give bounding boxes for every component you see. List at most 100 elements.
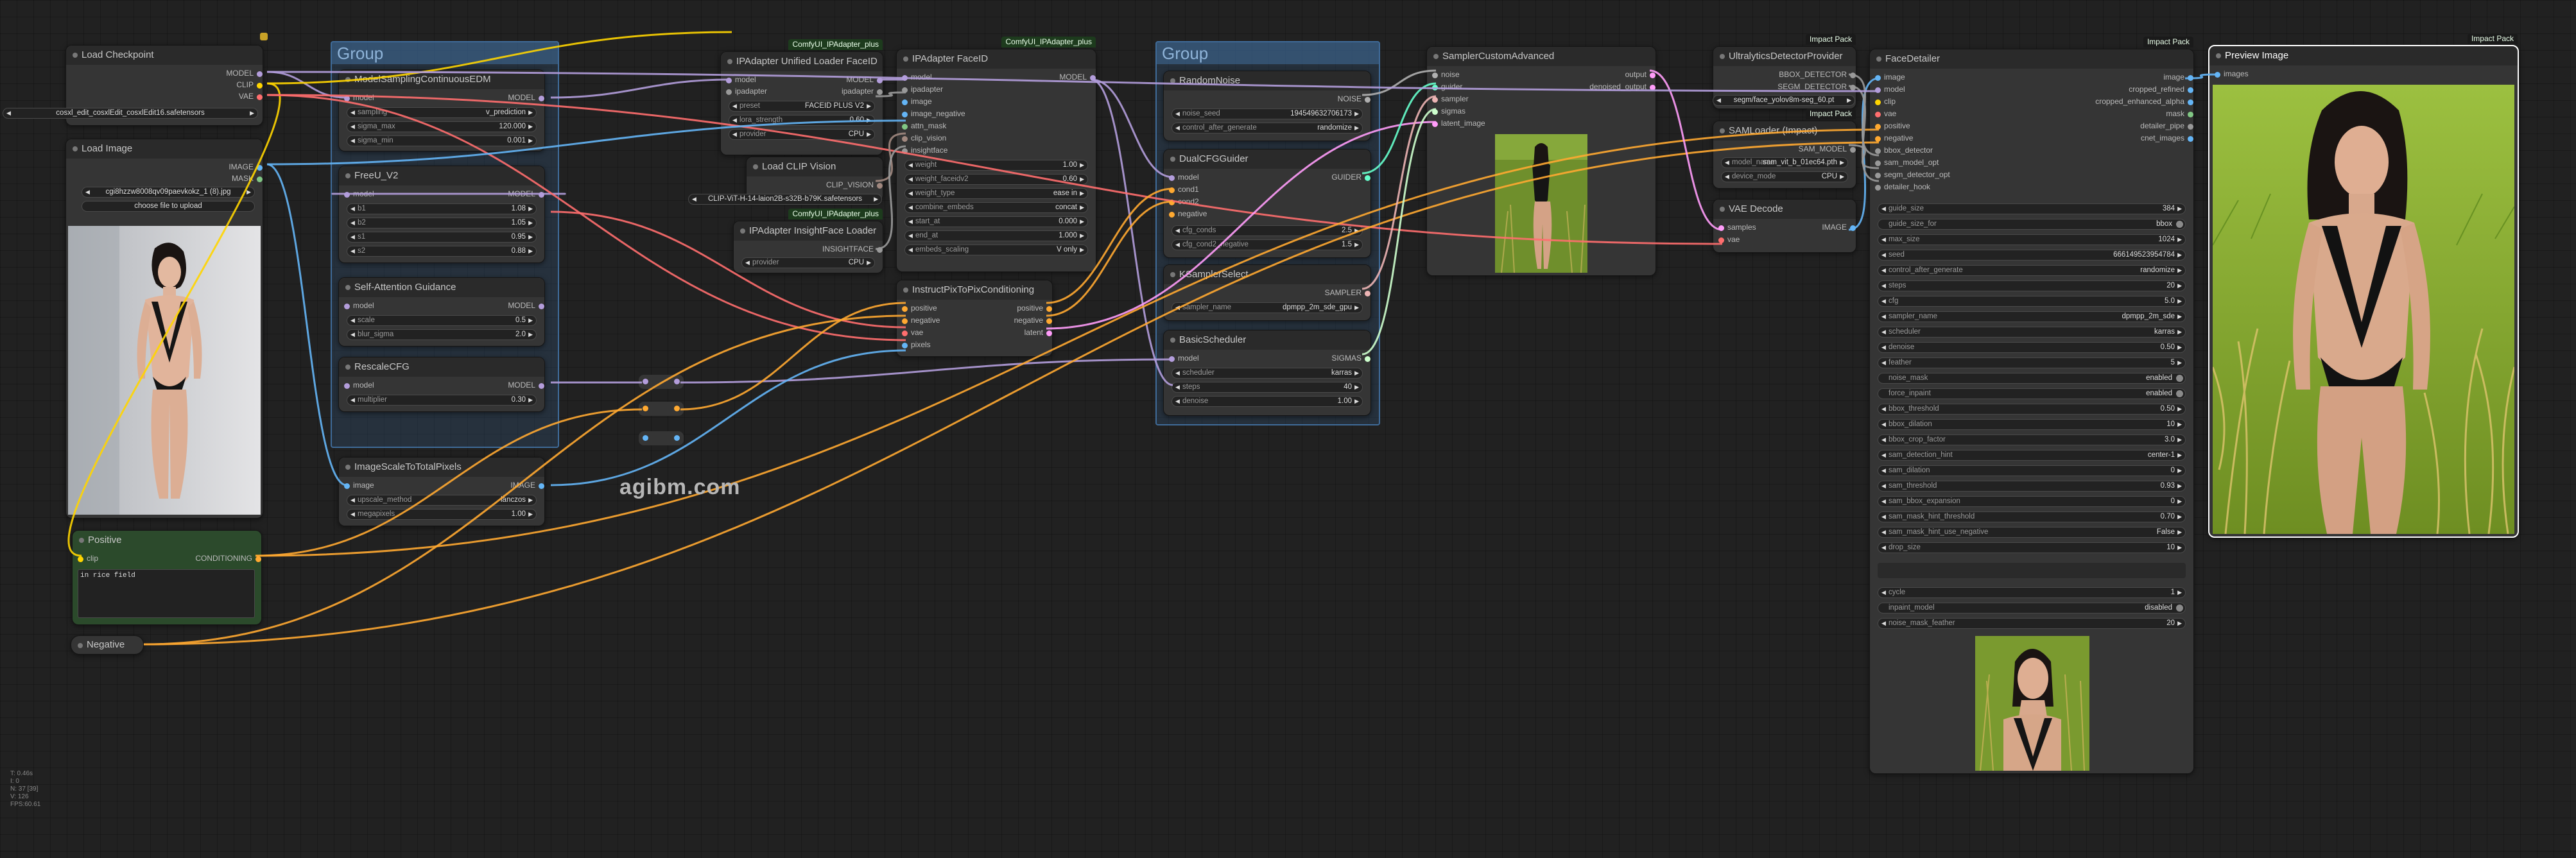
collapse-icon[interactable] xyxy=(260,33,268,40)
input-cond1[interactable]: cond1 xyxy=(1169,185,1199,194)
node-self-attention-guidance[interactable]: Self-Attention Guidance model MODEL ◀ sca… xyxy=(338,277,545,347)
output-insightface[interactable]: INSIGHTFACE xyxy=(822,245,883,253)
widget-blur-sigma[interactable]: ◀ blur_sigma 2.0 ▶ xyxy=(347,329,537,340)
detailer-widget[interactable]: ◀ denoise 0.50 ▶ xyxy=(1878,342,2186,353)
prompt-textarea[interactable]: in rice field xyxy=(78,569,255,618)
detailer-widget[interactable]: ◀ sam_dilation 0 ▶ xyxy=(1878,465,2186,476)
widget-multiplier[interactable]: ◀ multiplier 0.30 ▶ xyxy=(347,395,537,406)
output-negative[interactable]: negative xyxy=(1014,316,1052,325)
widget-noise-seed[interactable]: ◀ noise_seed 194549632706173 ▶ xyxy=(1171,108,1363,119)
output-model[interactable]: MODEL xyxy=(508,301,544,310)
output-guider[interactable]: GUIDER xyxy=(1331,173,1370,182)
input-vae[interactable]: vae xyxy=(902,328,923,337)
output-model[interactable]: MODEL xyxy=(508,381,544,390)
widget-s1[interactable]: ◀ s1 0.95 ▶ xyxy=(347,232,537,243)
input-images[interactable]: images xyxy=(2215,69,2249,78)
widget-start-at[interactable]: ◀ start_at 0.000 ▶ xyxy=(904,216,1088,227)
widget-model-name[interactable]: ◀ segm/face_yolov8m-seg_60.pt ▶ xyxy=(1713,95,1855,106)
node-random-noise[interactable]: RandomNoise NOISE ◀ noise_seed 19454963270… xyxy=(1163,71,1371,141)
input-sigmas[interactable]: sigmas xyxy=(1432,107,1465,116)
node-ksampler-select[interactable]: KSamplerSelect SAMPLER ◀ sampler_name dpmp… xyxy=(1163,264,1371,321)
output-image[interactable]: IMAGE xyxy=(510,481,544,490)
input-ipadapter[interactable]: ipadapter xyxy=(902,85,943,94)
input-slot[interactable]: image xyxy=(1875,73,1905,82)
node-model-sampling-edm[interactable]: ModelSamplingContinuousEDM model MODEL ◀… xyxy=(338,69,545,151)
detailer-widget[interactable]: ◀ guide_size 384 ▶ xyxy=(1878,203,2186,214)
detailer-widget[interactable]: force_inpaint enabled xyxy=(1878,388,2186,399)
detailer-widget[interactable]: ◀ sam_bbox_expansion 0 ▶ xyxy=(1878,496,2186,507)
detailer-widget[interactable]: ◀ scheduler karras ▶ xyxy=(1878,327,2186,338)
widget-sampling[interactable]: ◀ sampling v_prediction ▶ xyxy=(347,107,537,118)
widget-combine-embeds[interactable]: ◀ combine_embeds concat ▶ xyxy=(904,202,1088,213)
input-noise[interactable]: noise xyxy=(1432,70,1460,79)
ckpt-name-widget[interactable]: ◀ cosxl_edit_cosxlEdit_cosxlEdit16.safete… xyxy=(3,108,258,119)
input-model[interactable]: model xyxy=(1169,354,1199,363)
output-ipadapter[interactable]: ipadapter xyxy=(842,87,883,96)
input-clip[interactable]: clip xyxy=(78,554,98,563)
output-latent[interactable]: latent xyxy=(1024,328,1052,337)
detailer-widget[interactable]: ◀ seed 666149523954784 ▶ xyxy=(1878,250,2186,261)
input-slot[interactable]: positive xyxy=(1875,121,1910,130)
output-sampler[interactable]: SAMPLER xyxy=(1325,288,1370,297)
detailer-widget[interactable]: ◀ drop_size 10 ▶ xyxy=(1878,542,2186,553)
input-clip-vision[interactable]: clip_vision xyxy=(902,133,946,142)
node-face-detailer[interactable]: Impact Pack FaceDetailer image model clip v… xyxy=(1869,37,2194,774)
input-guider[interactable]: guider xyxy=(1432,82,1462,91)
input-slot[interactable]: bbox_detector xyxy=(1875,146,1933,155)
input-slot[interactable]: segm_detector_opt xyxy=(1875,170,1950,179)
widget-lora-strength[interactable]: ◀ lora_strength 0.60 ▶ xyxy=(729,115,875,126)
input-positive[interactable]: positive xyxy=(902,304,937,313)
detailer-widget[interactable]: ◀ bbox_dilation 10 ▶ xyxy=(1878,419,2186,430)
widget-control-after-generate[interactable]: ◀ control_after_generate randomize ▶ xyxy=(1171,123,1363,133)
upload-button[interactable]: choose file to upload xyxy=(82,201,255,212)
output-clip-vision[interactable]: CLIP_VISION xyxy=(826,180,883,189)
node-instructpix2pix-conditioning[interactable]: InstructPixToPixConditioning positive ne… xyxy=(896,280,1053,357)
detailer-widget[interactable]: ◀ bbox_threshold 0.50 ▶ xyxy=(1878,404,2186,415)
widget-b1[interactable]: ◀ b1 1.08 ▶ xyxy=(347,203,537,214)
output-sam-model[interactable]: SAM_MODEL xyxy=(1799,144,1856,153)
detailer-widget[interactable]: ◀ cycle 1 ▶ xyxy=(1878,587,2186,598)
output-slot[interactable]: mask xyxy=(2166,109,2193,118)
input-model[interactable]: model xyxy=(344,93,374,102)
input-slot[interactable]: detailer_hook xyxy=(1875,182,1930,191)
reroute-node[interactable] xyxy=(639,431,684,445)
detailer-widget[interactable]: ◀ control_after_generate randomize ▶ xyxy=(1878,265,2186,276)
detailer-widget[interactable]: ◀ noise_mask_feather 20 ▶ xyxy=(1878,618,2186,629)
widget-model-name[interactable]: ◀ model_name sam_vit_b_01ec64.pth ▶ xyxy=(1721,157,1848,168)
input-sampler[interactable]: sampler xyxy=(1432,94,1469,103)
input-model[interactable]: model xyxy=(344,189,374,198)
input-negative[interactable]: negative xyxy=(902,316,940,325)
output-model[interactable]: MODEL xyxy=(508,93,544,102)
widget-b2[interactable]: ◀ b2 1.05 ▶ xyxy=(347,218,537,228)
detailer-widget[interactable]: ◀ sam_mask_hint_threshold 0.70 ▶ xyxy=(1878,511,2186,522)
detailer-widget[interactable]: ◀ max_size 1024 ▶ xyxy=(1878,234,2186,245)
node-sam-loader[interactable]: Impact Pack SAMLoader (Impact) SAM_MODEL… xyxy=(1713,108,1856,189)
node-ipadapter-unified-loader[interactable]: ComfyUI_IPAdapter_plus IPAdapter Unified… xyxy=(720,39,883,155)
node-positive[interactable]: Positive clip CONDITIONING in rice field xyxy=(72,530,262,625)
widget-sigma-min[interactable]: ◀ sigma_min 0.001 ▶ xyxy=(347,135,537,146)
detailer-widget[interactable]: guide_size_for bbox xyxy=(1878,219,2186,230)
widget-clip-name[interactable]: ◀ CLIP-ViT-H-14-laion2B-s32B-b79K.safeten… xyxy=(688,194,882,205)
widget-preset[interactable]: ◀ preset FACEID PLUS V2 ▶ xyxy=(729,101,875,112)
widget-megapixels[interactable]: ◀ megapixels 1.00 ▶ xyxy=(347,509,537,520)
detailer-widget[interactable]: inpaint_model disabled xyxy=(1878,603,2186,613)
input-latent-image[interactable]: latent_image xyxy=(1432,119,1485,128)
input-ipadapter[interactable]: ipadapter xyxy=(726,87,767,96)
detailer-widget[interactable]: ◀ feather 5 ▶ xyxy=(1878,357,2186,368)
input-model[interactable]: model xyxy=(344,301,374,310)
output-noise[interactable]: NOISE xyxy=(1338,94,1370,103)
input-image[interactable]: image xyxy=(902,97,932,106)
widget-weight[interactable]: ◀ weight 1.00 ▶ xyxy=(904,160,1088,171)
detailer-widget[interactable]: ◀ steps 20 ▶ xyxy=(1878,280,2186,291)
reroute-node[interactable] xyxy=(639,375,684,389)
widget-provider[interactable]: ◀ provider CPU ▶ xyxy=(741,257,875,268)
input-attn-mask[interactable]: attn_mask xyxy=(902,121,946,130)
widget-s2[interactable]: ◀ s2 0.88 ▶ xyxy=(347,246,537,257)
output-model[interactable]: MODEL xyxy=(508,189,544,198)
widget-scheduler[interactable]: ◀ scheduler karras ▶ xyxy=(1171,368,1363,379)
node-sampler-custom-advanced[interactable]: SamplerCustomAdvanced noise guider sampl… xyxy=(1426,46,1656,276)
node-freeu-v2[interactable]: FreeU_V2 model MODEL ◀ b1 1.08 ▶ ◀ b2 1.05 ▶ ◀… xyxy=(338,166,545,263)
output-sigmas[interactable]: SIGMAS xyxy=(1331,354,1370,363)
widget-device-mode[interactable]: ◀ device_mode CPU ▶ xyxy=(1721,171,1848,182)
detailer-widget[interactable]: ◀ sam_detection_hint center-1 ▶ xyxy=(1878,450,2186,461)
